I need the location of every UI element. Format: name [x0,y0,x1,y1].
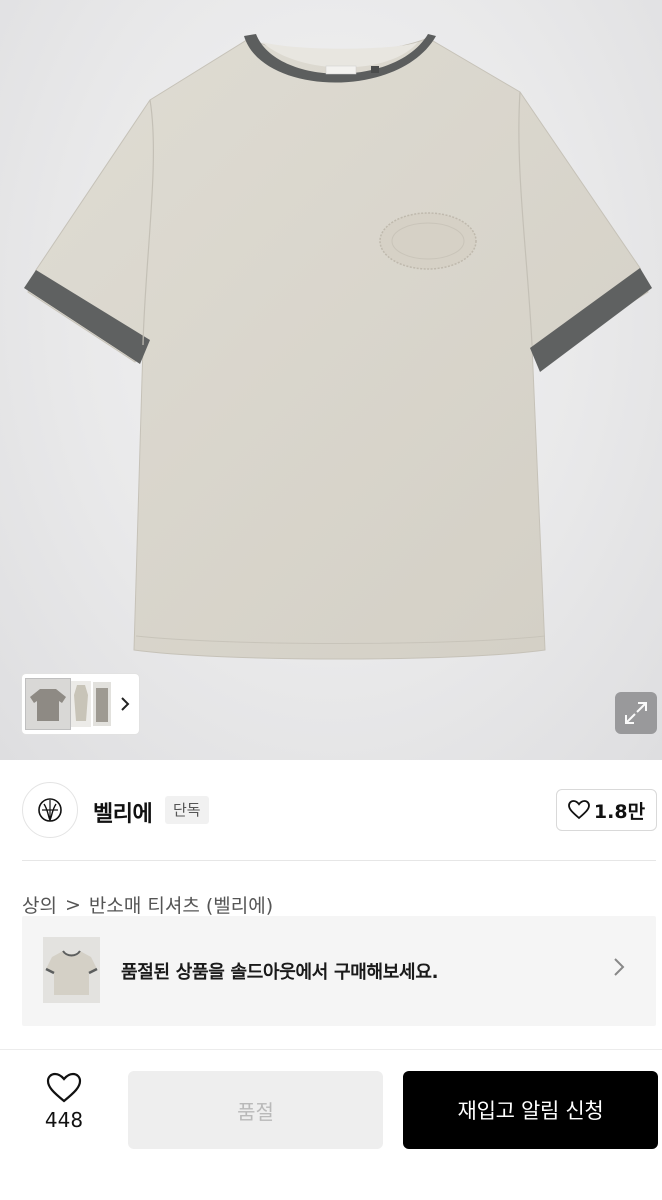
product-image-area[interactable] [0,0,662,760]
breadcrumb-subcategory[interactable]: 반소매 티셔츠 (벨리에) [89,891,273,918]
model-icon [74,685,88,721]
breadcrumb-category[interactable]: 상의 [22,891,57,918]
chevron-right-icon[interactable] [115,695,135,713]
thumbnail-side[interactable] [93,682,111,726]
divider [0,1049,662,1050]
side-view-icon [96,688,108,722]
soldout-banner[interactable]: 품절된 상품을 솔드아웃에서 구매해보세요. [22,916,656,1026]
brand-logo[interactable] [22,782,78,838]
soldout-banner-text: 품절된 상품을 솔드아웃에서 구매해보세요. [121,962,439,983]
wishlist-button[interactable]: 448 [22,1072,106,1148]
exclusive-badge: 단독 [165,796,209,824]
thumbnail-strip[interactable] [22,674,139,734]
brand-row: 벨리에 단독 1.8만 [22,782,657,840]
chevron-right-icon: > [64,893,81,916]
chevron-right-icon [612,956,626,984]
brand-emblem-icon [38,798,62,822]
breadcrumb: 상의 > 반소매 티셔츠 (벨리에) [22,891,273,918]
expand-icon[interactable] [615,692,657,734]
brand-like-button[interactable]: 1.8만 [556,789,657,831]
soldout-product-thumbnail [43,937,100,1003]
heart-icon [46,1072,82,1103]
soldout-button: 품절 [128,1071,383,1149]
divider [22,860,656,861]
brand-name[interactable]: 벨리에 [93,796,153,828]
thumbnail-model[interactable] [71,681,91,727]
wishlist-count: 448 [44,1108,84,1132]
thumbnail-front[interactable] [25,678,71,730]
heart-icon [568,800,590,820]
tshirt-icon [45,950,98,995]
brand-like-count: 1.8만 [593,800,646,823]
tshirt-icon [30,689,66,721]
restock-alert-button[interactable]: 재입고 알림 신청 [403,1071,658,1149]
tshirt-product-photo [24,34,652,660]
